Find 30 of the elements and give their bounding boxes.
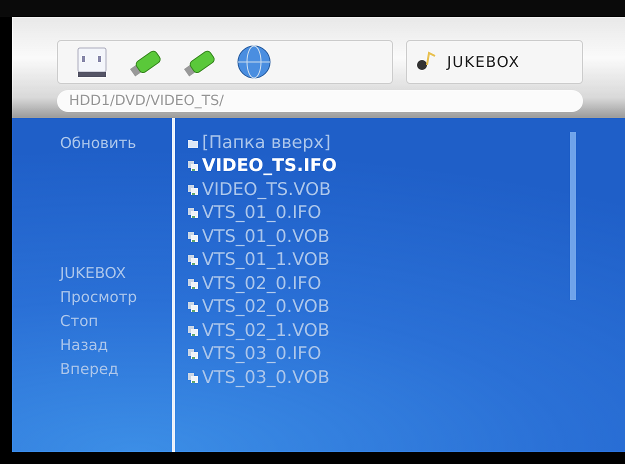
file-item[interactable]: VTS_01_1.VOB	[187, 248, 330, 272]
file-item[interactable]: VTS_02_0.IFO	[187, 272, 322, 296]
scrollbar[interactable]	[570, 132, 576, 300]
file-item[interactable]: VIDEO_TS.VOB	[187, 178, 331, 202]
file-icon	[187, 184, 199, 196]
file-icon	[187, 278, 199, 290]
jukebox-button[interactable]: JUKEBOX	[406, 40, 583, 84]
file-item[interactable]: VTS_02_1.VOB	[187, 319, 330, 342]
file-item[interactable]: VIDEO_TS.IFO	[187, 154, 337, 178]
file-icon	[187, 230, 199, 243]
menu-item[interactable]: Просмотр	[60, 288, 137, 312]
file-item[interactable]: VTS_03_0.IFO	[187, 342, 322, 366]
file-icon	[187, 160, 199, 172]
file-item[interactable]: VTS_02_0.VOB	[187, 296, 330, 319]
file-item[interactable]: VTS_03_0.VOB	[187, 366, 330, 390]
menu-item[interactable]: Стоп	[60, 312, 98, 336]
file-item[interactable]: VTS_01_0.IFO	[187, 202, 322, 225]
file-item[interactable]: VTS_01_0.VOB	[187, 225, 330, 248]
file-icon	[187, 324, 199, 337]
menu-item[interactable]: JUKEBOX	[60, 264, 126, 288]
file-icon	[187, 372, 199, 384]
file-icon	[187, 207, 199, 220]
file-icon	[187, 348, 199, 360]
menu-item[interactable]: Назад	[60, 336, 108, 360]
menu-item[interactable]: Вперед	[60, 360, 118, 384]
file-icon	[187, 254, 199, 266]
file-icon	[187, 301, 199, 314]
path-field: HDD1/DVD/VIDEO_TS/	[57, 90, 583, 112]
file-item[interactable]: [Папка вверх]	[187, 131, 331, 154]
menu-item[interactable]: Обновить	[60, 134, 136, 158]
